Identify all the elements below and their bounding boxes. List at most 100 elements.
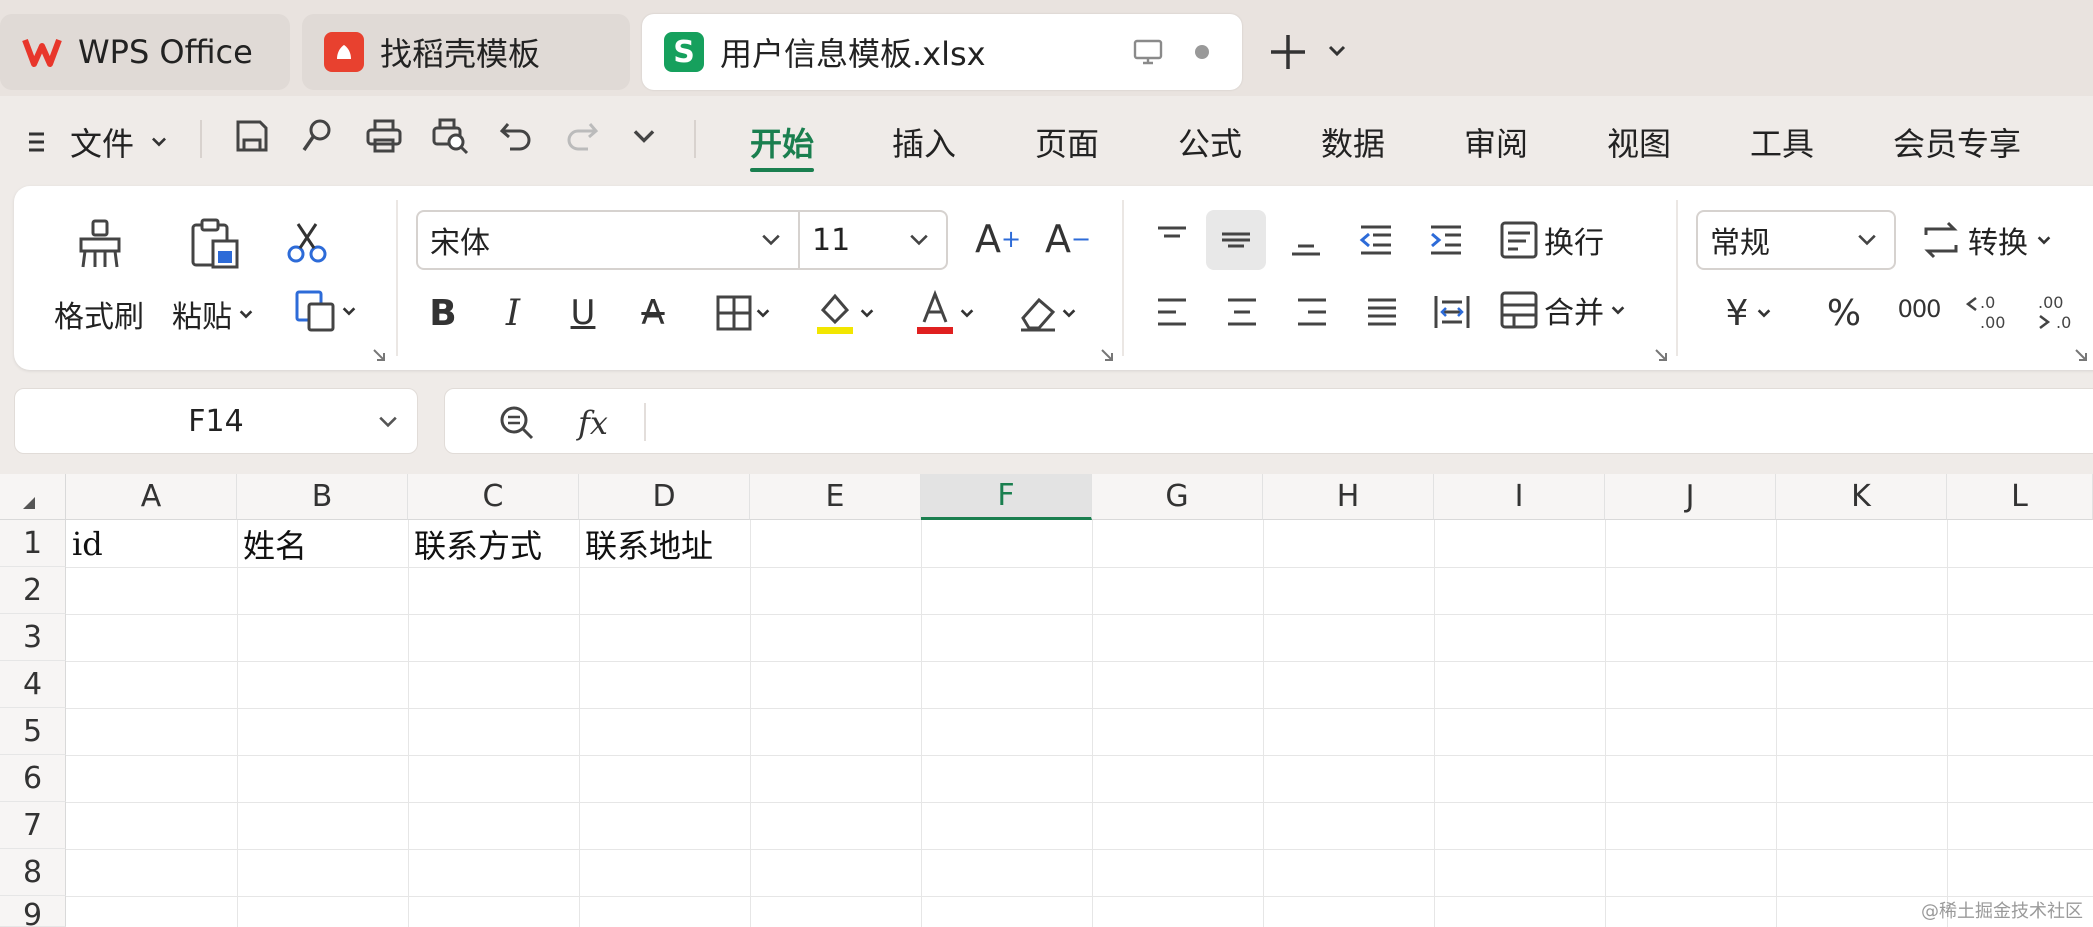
strikethrough-icon[interactable]: A (628, 288, 678, 338)
column-header-i[interactable]: I (1434, 474, 1605, 520)
column-header-c[interactable]: C (408, 474, 579, 520)
font-color-icon[interactable] (906, 286, 986, 340)
tab-user-info-template[interactable]: S 用户信息模板.xlsx (642, 14, 1242, 90)
currency-icon[interactable]: ¥ (1710, 286, 1790, 340)
row-header-3[interactable]: 3 (0, 614, 66, 661)
tab-page[interactable]: 页面 (1035, 118, 1099, 166)
spreadsheet-grid[interactable]: A B C D E F G H I J K L 1 2 3 4 5 6 7 8 … (0, 474, 2093, 927)
column-header-e[interactable]: E (750, 474, 921, 520)
merge-label: 合并 (1544, 296, 1604, 331)
row-header-7[interactable]: 7 (0, 802, 66, 849)
align-right-icon[interactable] (1282, 282, 1342, 342)
name-box[interactable]: F14 (14, 388, 418, 454)
file-menu[interactable]: 文件 (24, 118, 172, 166)
zoom-search-icon[interactable] (495, 401, 539, 445)
cell-b1[interactable]: 姓名 (237, 520, 408, 567)
row-header-5[interactable]: 5 (0, 708, 66, 755)
row-header-9[interactable]: 9 (0, 896, 66, 927)
convert-button[interactable]: 转换 (1920, 218, 2054, 262)
column-header-l[interactable]: L (1947, 474, 2093, 520)
underline-icon[interactable]: U (558, 288, 608, 338)
tab-member[interactable]: 会员专享 (1893, 118, 2021, 166)
distributed-align-icon[interactable] (1422, 282, 1482, 342)
row-header-1[interactable]: 1 (0, 520, 66, 567)
undo-icon[interactable] (494, 114, 538, 158)
print-icon[interactable] (362, 114, 406, 158)
dialog-launcher-icon[interactable] (1100, 348, 1114, 362)
chevron-down-icon[interactable] (1322, 36, 1352, 66)
increase-decimal-icon[interactable]: .0.00 (1958, 286, 2018, 340)
dialog-launcher-icon[interactable] (1654, 348, 1668, 362)
select-all-corner[interactable] (0, 474, 66, 520)
clear-format-icon[interactable] (1008, 288, 1088, 338)
align-bottom-icon[interactable] (1276, 210, 1336, 270)
column-header-k[interactable]: K (1776, 474, 1947, 520)
row-header-8[interactable]: 8 (0, 849, 66, 896)
formula-input[interactable]: fx (444, 388, 2093, 454)
paste-icon[interactable] (184, 214, 244, 274)
align-top-icon[interactable] (1142, 210, 1202, 270)
save-icon[interactable] (230, 114, 274, 158)
number-format-select[interactable]: 常规 (1696, 210, 1896, 270)
column-header-h[interactable]: H (1263, 474, 1434, 520)
thousands-separator-icon[interactable]: 000 (1886, 282, 1952, 336)
new-tab-icon[interactable] (1264, 22, 1312, 82)
borders-icon[interactable] (704, 288, 784, 338)
font-size-select[interactable]: 11 (798, 210, 948, 270)
column-header-j[interactable]: J (1605, 474, 1776, 520)
divider (1676, 200, 1678, 356)
tab-tools[interactable]: 工具 (1750, 118, 1814, 166)
tab-view[interactable]: 视图 (1607, 118, 1671, 166)
gridline (66, 661, 2093, 662)
tab-formulas[interactable]: 公式 (1178, 118, 1242, 166)
row-header-2[interactable]: 2 (0, 567, 66, 614)
fill-color-icon[interactable] (806, 286, 886, 340)
tab-review[interactable]: 审阅 (1464, 118, 1528, 166)
wrap-text-button[interactable]: 换行 (1498, 218, 1604, 262)
cell-a1[interactable]: id (66, 520, 237, 567)
insert-function-icon[interactable]: fx (571, 401, 615, 445)
tab-insert[interactable]: 插入 (892, 118, 956, 166)
chevron-down-icon (960, 309, 974, 318)
align-left-icon[interactable] (1142, 282, 1202, 342)
column-header-d[interactable]: D (579, 474, 750, 520)
bold-icon[interactable]: B (418, 288, 468, 338)
dialog-launcher-icon[interactable] (372, 348, 386, 362)
decrease-indent-icon[interactable] (1346, 210, 1406, 270)
percent-style-icon[interactable]: % (1814, 286, 1874, 340)
decrease-font-size-icon[interactable]: A − (1042, 214, 1094, 264)
quick-access-more-icon[interactable] (622, 114, 666, 158)
format-painter-label[interactable]: 格式刷 (54, 292, 144, 336)
paste-menu[interactable]: 粘贴 (172, 292, 256, 336)
cut-icon[interactable] (282, 218, 332, 268)
justify-icon[interactable] (1352, 282, 1412, 342)
italic-icon[interactable]: I (488, 288, 538, 338)
print-preview-icon[interactable] (428, 114, 472, 158)
align-center-icon[interactable] (1212, 282, 1272, 342)
format-painter-icon[interactable] (70, 214, 130, 274)
column-header-g[interactable]: G (1092, 474, 1263, 520)
increase-font-size-icon[interactable]: A + (972, 214, 1024, 264)
dialog-launcher-icon[interactable] (2074, 348, 2088, 362)
font-name-select[interactable]: 宋体 (416, 210, 800, 270)
tab-home[interactable]: 开始 (750, 118, 815, 172)
tab-docer-templates[interactable]: 找稻壳模板 (302, 14, 630, 90)
unsaved-dot-icon[interactable] (1190, 40, 1214, 64)
row-header-4[interactable]: 4 (0, 661, 66, 708)
redo-icon[interactable] (560, 114, 604, 158)
merge-cells-button[interactable]: 合并 (1498, 288, 1628, 332)
cell-c1[interactable]: 联系方式 (408, 520, 579, 567)
tab-wps-office[interactable]: WPS Office (0, 14, 290, 90)
cell-d1[interactable]: 联系地址 (579, 520, 750, 567)
brush-output-icon[interactable] (296, 114, 340, 158)
align-middle-icon[interactable] (1206, 210, 1266, 270)
monitor-icon[interactable] (1130, 34, 1166, 70)
tab-data[interactable]: 数据 (1321, 118, 1385, 166)
increase-indent-icon[interactable] (1416, 210, 1476, 270)
row-header-6[interactable]: 6 (0, 755, 66, 802)
column-header-b[interactable]: B (237, 474, 408, 520)
column-header-f[interactable]: F (921, 474, 1092, 520)
column-header-a[interactable]: A (66, 474, 237, 520)
decrease-decimal-icon[interactable]: .00.0 (2028, 286, 2088, 340)
copy-icon[interactable] (286, 286, 366, 336)
